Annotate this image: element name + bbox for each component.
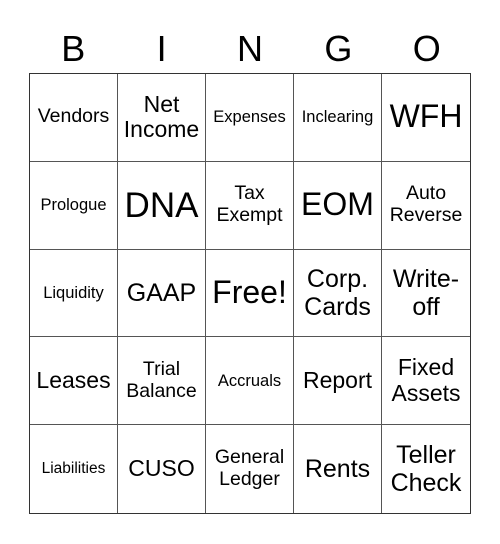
cell-text: Net Income [123,90,200,143]
bingo-cell[interactable]: WFH [382,74,470,162]
bingo-cell[interactable]: Auto Reverse [382,162,470,250]
bingo-cell[interactable]: Net Income [118,74,206,162]
cell-text: Expenses [213,108,286,127]
bingo-cell[interactable]: CUSO [118,425,206,513]
bingo-cell[interactable]: Liabilities [30,425,118,513]
cell-text: Write-off [392,264,460,321]
bingo-cell[interactable]: Rents [294,425,382,513]
bingo-cell[interactable]: General Ledger [206,425,294,513]
cell-text: Prologue [40,195,107,214]
bingo-cell[interactable]: Inclearing [294,74,382,162]
bingo-cell[interactable]: Corp. Cards [294,249,382,338]
bingo-cell[interactable]: Fixed Assets [382,337,470,426]
cell-text: Trial Balance [126,357,197,402]
bingo-header: B I N G O [29,26,471,72]
cell-text: CUSO [128,455,195,482]
cell-text: Fixed Assets [391,354,461,406]
bingo-cell[interactable]: Expenses [206,74,294,162]
cell-text: Liabilities [41,460,106,478]
cell-text: General Ledger [214,446,285,491]
bingo-cell[interactable]: Teller Check [382,425,470,513]
header-letter-n: N [236,28,263,69]
cell-text: Accruals [217,371,282,390]
bingo-cell[interactable]: Leases [30,337,118,426]
cell-text: Report [302,366,373,393]
bingo-card: Vendors Net Income Expenses Inclearing W… [29,73,471,514]
cell-text: Vendors [37,105,110,128]
bingo-cell[interactable]: Write-off [382,250,470,338]
bingo-cell[interactable]: Report [294,337,382,426]
cell-text: Leases [36,366,111,393]
cell-text: Inclearing [301,108,374,127]
cell-text: WFH [389,98,463,135]
cell-text: GAAP [126,278,197,307]
bingo-cell[interactable]: Vendors [30,74,118,162]
free-space[interactable]: Free! [206,249,294,338]
cell-text: Liquidity [43,283,104,302]
cell-text: Teller Check [390,441,462,498]
bingo-cell[interactable]: Trial Balance [118,337,206,426]
header-letter-o: O [412,28,441,69]
bingo-cell[interactable]: Prologue [30,161,118,250]
cell-text: Tax Exempt [216,182,283,227]
header-letter-i: I [156,28,167,69]
bingo-cell[interactable]: Tax Exempt [206,161,294,250]
bingo-cell[interactable]: Liquidity [30,249,118,338]
bingo-cell[interactable]: GAAP [118,249,206,338]
cell-text: Free! [212,274,287,311]
cell-text: Corp. Cards [304,264,371,321]
header-letter-g: G [324,28,353,69]
cell-text: Rents [304,455,371,484]
cell-text: DNA [124,185,199,225]
cell-text: EOM [301,186,374,223]
cell-text: Auto Reverse [389,182,463,227]
header-letter-b: B [61,28,86,69]
bingo-cell[interactable]: EOM [294,161,382,250]
bingo-cell[interactable]: Accruals [206,337,294,426]
bingo-cell[interactable]: DNA [118,161,206,250]
